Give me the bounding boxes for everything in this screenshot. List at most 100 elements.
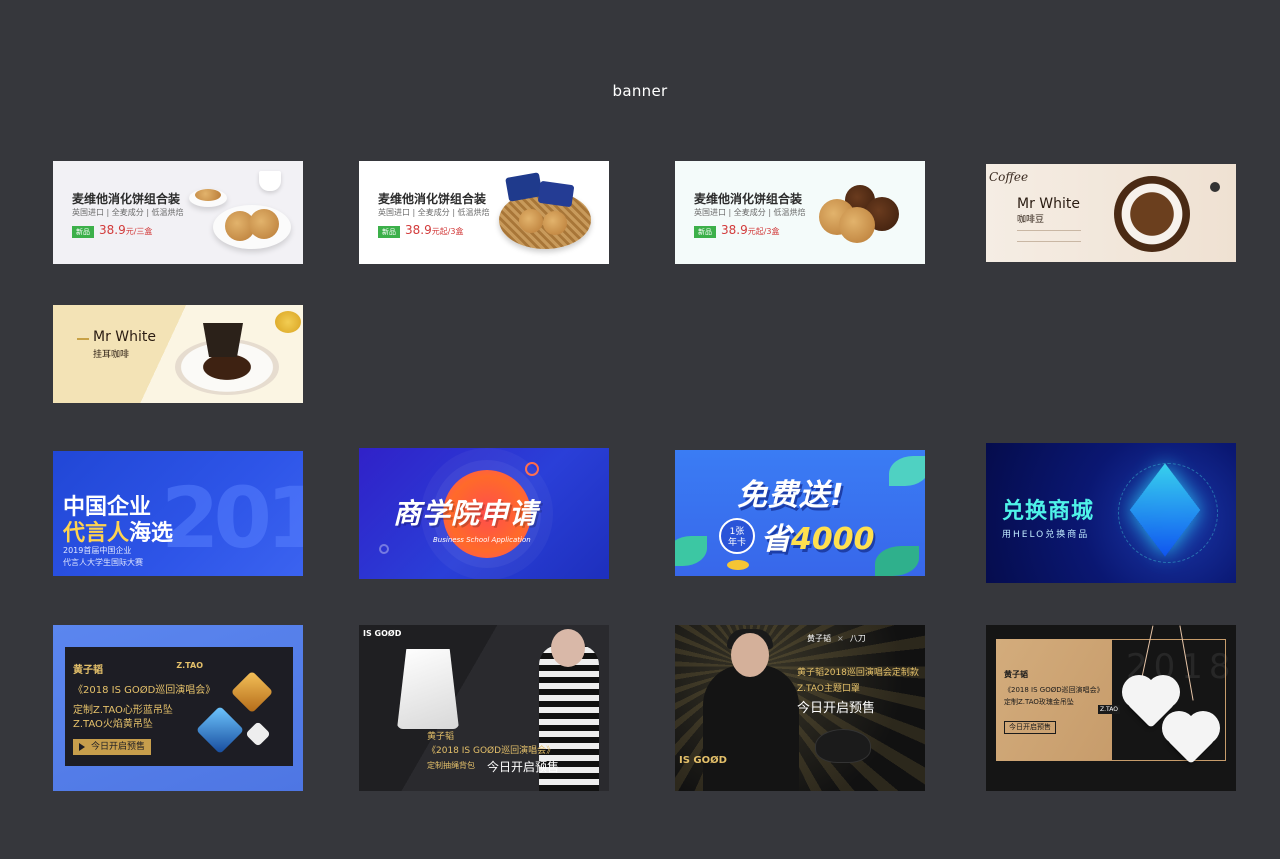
coffee-brand: Coffee <box>989 170 1029 184</box>
concert-title: 《2018 IS GOØD巡回演唱会》 <box>427 746 556 756</box>
price-value: 38.9 <box>99 223 126 237</box>
cookie-image <box>839 207 875 243</box>
banner-ztao-bag[interactable]: IS GOØD 黄子韬 《2018 IS GOØD巡回演唱会》 定制抽绳背包 今… <box>359 625 609 791</box>
banner-biscuit-3[interactable]: 麦维他消化饼组合装 英国进口 | 全麦成分 | 低温烘焙 新品 38.9元起/3… <box>675 161 925 264</box>
brand-b: 八刀 <box>849 634 866 643</box>
banner-subtitle-2: 代言人大学生国际大赛 <box>63 558 143 567</box>
face-mask-image <box>815 729 871 763</box>
title-suffix: 海选 <box>129 521 174 546</box>
banner-subtitle: Business School Application <box>433 536 531 544</box>
banner-title: 兑换商城 <box>1002 499 1095 524</box>
banner-subtitle: 英国进口 | 全麦成分 | 低温烘焙 <box>72 208 184 217</box>
price: 38.9元/三盒 <box>99 223 152 237</box>
flower-image <box>275 311 301 333</box>
banner-title: 麦维他消化饼组合装 <box>72 192 181 206</box>
biscuit-pack-image <box>537 180 575 208</box>
artist-name: 黄子韬 <box>427 732 455 742</box>
save-label: 省 <box>761 522 791 557</box>
cookie-image <box>195 189 221 201</box>
price: 38.9元起/3盒 <box>405 223 464 237</box>
cookie-image <box>543 211 567 235</box>
product-line-2: Z.TAO火焰黄吊坠 <box>73 719 153 730</box>
leaf-graphic <box>875 546 919 576</box>
new-tag: 新品 <box>694 226 716 238</box>
new-tag: 新品 <box>72 226 94 238</box>
artist-head <box>731 633 769 677</box>
cup-image <box>259 171 281 191</box>
year-watermark: 2019 <box>161 469 303 567</box>
brand-logo: IS GOØD <box>363 629 402 638</box>
brand-a: 黄子韬 <box>807 634 831 643</box>
product-cn-name: 咖啡豆 <box>1017 215 1045 225</box>
card-badge: 1张 年卡 <box>719 518 755 554</box>
coffee-cup-image <box>1114 176 1190 252</box>
concert-title: 《2018 IS GOØD巡回演唱会》 <box>73 685 216 696</box>
product-name: Mr White <box>93 329 156 345</box>
concert-title: 《2018 IS GOØD巡回演唱会》 <box>1004 686 1104 694</box>
price-unit: 元起/3盒 <box>747 227 780 236</box>
brand-logo: Z.TAO <box>176 661 203 670</box>
presale-text: 今日开启预售 <box>797 701 876 716</box>
banner-title: 商学院申请 <box>393 497 539 530</box>
badge-line1: 1张 <box>729 527 745 537</box>
price-unit: 元起/3盒 <box>431 227 464 236</box>
banner-subtitle-1: 2019首届中国企业 <box>63 546 132 555</box>
banner-business-school[interactable]: 商学院申请 Business School Application <box>359 448 609 579</box>
cookie-image <box>249 209 279 239</box>
banner-title: 免费送! <box>737 478 845 513</box>
blue-heart-pendant-image <box>195 705 245 755</box>
banner-biscuit-2[interactable]: 麦维他消化饼组合装 英国进口 | 全麦成分 | 低温烘焙 新品 38.9元起/3… <box>359 161 609 264</box>
banner-title-line2: 代言人海选 <box>63 515 173 547</box>
concert-title: 黄子韬2018巡回演唱会定制款 <box>797 668 919 678</box>
page-title: banner <box>612 82 668 100</box>
badge-line2: 年卡 <box>727 538 746 548</box>
banner-subtitle: 英国进口 | 全麦成分 | 低温烘焙 <box>694 208 806 217</box>
title-highlight: 代言人 <box>63 521 130 546</box>
banner-coffee-beans[interactable]: Coffee Mr White 咖啡豆 <box>986 164 1236 262</box>
drawstring-bag-image <box>397 649 459 729</box>
banner-enterprise-ambassador[interactable]: 2019 中国企业 代言人海选 2019首届中国企业 代言人大学生国际大赛 <box>53 451 303 576</box>
product-line: 定制Z.TAO玫瑰金吊坠 <box>1004 698 1074 706</box>
silver-heart-pendant-image <box>245 721 271 747</box>
banner-ztao-rose-gold[interactable]: 2018 黄子韬 《2018 IS GOØD巡回演唱会》 定制Z.TAO玫瑰金吊… <box>986 625 1236 791</box>
artist-photo <box>703 665 799 791</box>
decor-ring <box>525 462 539 476</box>
banner-ztao-mask[interactable]: 黄子韬 × 八刀 黄子韬2018巡回演唱会定制款 Z.TAO主题口罩 今日开启预售 … <box>675 625 925 791</box>
collab-brands: 黄子韬 × 八刀 <box>807 634 866 643</box>
leaf-graphic <box>889 456 925 486</box>
product-line: 定制抽绳背包 <box>427 761 475 770</box>
banner-drip-coffee[interactable]: Mr White 挂耳咖啡 <box>53 305 303 403</box>
banner-subtitle: 英国进口 | 全麦成分 | 低温烘焙 <box>378 208 490 217</box>
artist-name: 黄子韬 <box>1004 670 1028 679</box>
price-unit: 元/三盒 <box>125 227 153 236</box>
product-name: Mr White <box>1017 196 1080 212</box>
amber-heart-pendant-image <box>230 670 274 714</box>
accent-bar <box>77 338 89 340</box>
banner-free-card[interactable]: 免费送! 1张 年卡 省4000 <box>675 450 925 576</box>
presale-label: 今日开启预售 <box>91 742 146 752</box>
leaf-graphic <box>675 536 707 566</box>
banner-card: 黄子韬 Z.TAO 《2018 IS GOØD巡回演唱会》 定制Z.TAO心形蓝… <box>65 647 293 766</box>
play-icon <box>79 743 85 751</box>
banner-subtitle: 用HELO兑换商品 <box>1002 530 1090 540</box>
banner-exchange-mall[interactable]: 兑换商城 用HELO兑换商品 <box>986 443 1236 583</box>
decor-ring <box>379 544 389 554</box>
banner-biscuit-1[interactable]: 麦维他消化饼组合装 英国进口 | 全麦成分 | 低温烘焙 新品 38.9元/三盒 <box>53 161 303 264</box>
banner-title: 麦维他消化饼组合装 <box>694 192 803 206</box>
new-tag: 新品 <box>378 226 400 238</box>
brand-logo: IS GOØD <box>679 755 727 766</box>
pendant-lamp-icon <box>1210 182 1220 192</box>
coin-image <box>727 560 749 570</box>
price: 38.9元起/3盒 <box>721 223 780 237</box>
banner-ztao-pendant[interactable]: 黄子韬 Z.TAO 《2018 IS GOØD巡回演唱会》 定制Z.TAO心形蓝… <box>53 625 303 791</box>
presale-text: 今日开启预售 <box>487 760 560 774</box>
amount-value: 4000 <box>791 522 875 557</box>
presale-button[interactable]: 今日开启预售 <box>1004 721 1056 734</box>
save-amount: 省4000 <box>761 514 875 558</box>
product-line-1: 定制Z.TAO心形蓝吊坠 <box>73 705 173 716</box>
banner-title: 麦维他消化饼组合装 <box>378 192 487 206</box>
artist-head <box>551 629 585 667</box>
artist-name: 黄子韬 <box>73 665 103 676</box>
price-value: 38.9 <box>405 223 432 237</box>
presale-button[interactable]: 今日开启预售 <box>73 739 152 755</box>
